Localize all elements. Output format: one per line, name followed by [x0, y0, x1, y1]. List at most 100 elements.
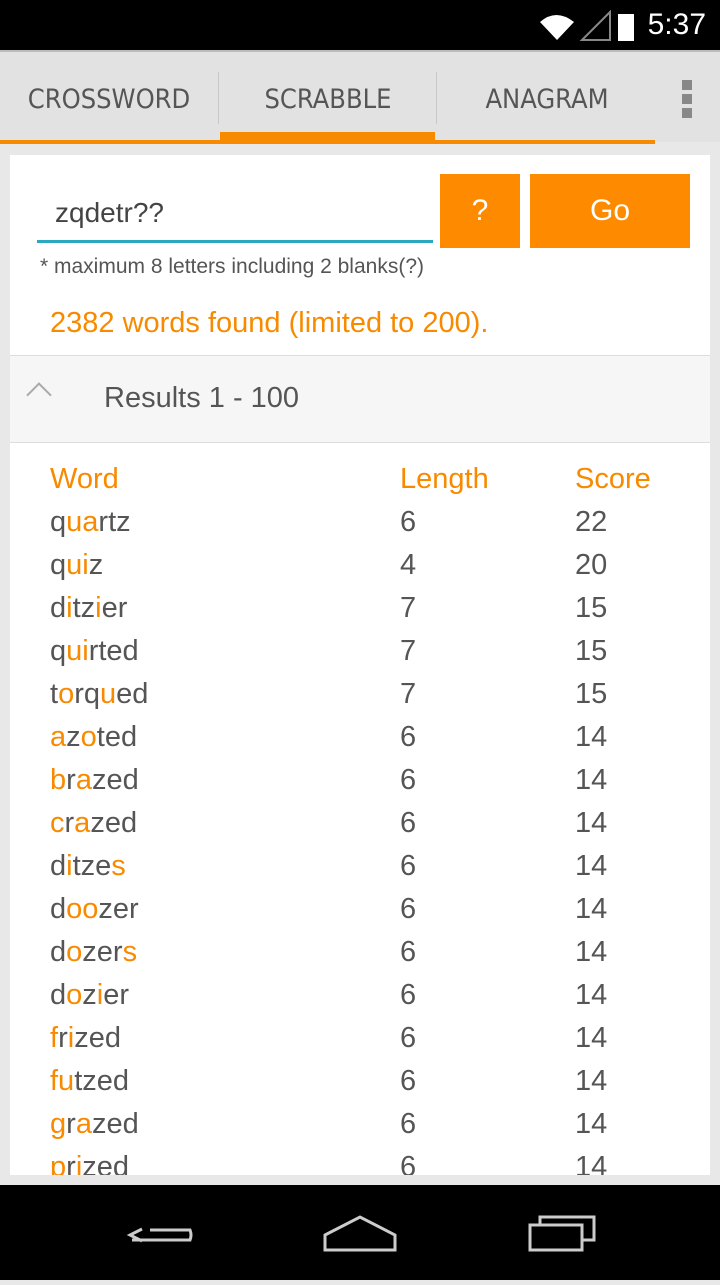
word-cell: crazed — [50, 807, 137, 840]
word-part: o — [66, 979, 83, 1011]
length-cell: 6 — [400, 1065, 417, 1097]
word-part: rted — [88, 635, 139, 667]
battery-icon — [618, 14, 634, 41]
length-cell: 6 — [400, 506, 417, 538]
word-part: f — [50, 1022, 59, 1054]
word-cell: grazed — [50, 1108, 139, 1141]
score-cell: 14 — [575, 1022, 608, 1054]
word-cell: ditzes — [50, 850, 126, 883]
word-part: zed — [91, 1108, 139, 1140]
word-part: er — [101, 592, 128, 624]
word-part: ui — [66, 549, 89, 581]
word-cell: quiz — [50, 549, 103, 582]
word-part: r — [58, 1022, 68, 1054]
word-part: er — [103, 979, 130, 1011]
word-part: zer — [82, 936, 123, 968]
word-part: oo — [66, 893, 99, 925]
word-cell: futzed — [50, 1065, 129, 1098]
length-cell: 7 — [400, 635, 417, 667]
word-part: d — [50, 893, 67, 925]
score-cell: 14 — [575, 721, 608, 753]
word-part: d — [50, 979, 67, 1011]
word-part: o — [80, 721, 97, 753]
header-word[interactable]: Word — [50, 463, 119, 496]
chevron-up-icon[interactable] — [26, 382, 52, 408]
letters-input[interactable]: zqdetr?? — [37, 175, 433, 243]
score-cell: 14 — [575, 1151, 608, 1175]
clock: 5:37 — [647, 8, 706, 41]
score-cell: 14 — [575, 764, 608, 796]
length-cell: 4 — [400, 549, 417, 581]
selected-tab-indicator — [220, 132, 435, 142]
word-part: tze — [72, 850, 112, 882]
score-cell: 14 — [575, 979, 608, 1011]
go-button[interactable]: Go — [530, 174, 690, 248]
word-part: ted — [96, 721, 138, 753]
length-cell: 6 — [400, 850, 417, 882]
word-part: ed — [116, 678, 149, 710]
word-part: u — [100, 678, 117, 710]
length-cell: 6 — [400, 893, 417, 925]
score-cell: 14 — [575, 850, 608, 882]
length-cell: 6 — [400, 979, 417, 1011]
word-part: z — [88, 549, 104, 581]
word-part: q — [50, 635, 67, 667]
score-cell: 14 — [575, 807, 608, 839]
word-part: t — [50, 678, 59, 710]
word-part: r — [66, 1151, 76, 1175]
overflow-menu-icon[interactable] — [682, 80, 692, 122]
word-part: d — [50, 936, 67, 968]
word-part: tzed — [74, 1065, 130, 1097]
word-cell: azoted — [50, 721, 137, 754]
back-icon — [126, 1227, 193, 1243]
word-cell: frized — [50, 1022, 121, 1055]
tab-scrabble[interactable]: SCRABBLE — [219, 52, 437, 140]
tab-bar: CROSSWORD SCRABBLE ANAGRAM — [0, 50, 720, 144]
results-range: Results 1 - 100 — [104, 382, 300, 414]
word-part: a — [75, 1108, 92, 1140]
word-part: o — [66, 936, 83, 968]
word-part: o — [58, 678, 75, 710]
score-cell: 15 — [575, 592, 608, 624]
cell-signal-icon — [579, 10, 611, 41]
score-cell: 22 — [575, 506, 608, 538]
word-part: zed — [91, 764, 139, 796]
length-cell: 7 — [400, 678, 417, 710]
score-cell: 14 — [575, 1108, 608, 1140]
length-cell: 6 — [400, 1022, 417, 1054]
word-part: zed — [82, 1151, 130, 1175]
word-part: zed — [90, 807, 138, 839]
word-part: d — [50, 850, 67, 882]
input-hint: * maximum 8 letters including 2 blanks(?… — [40, 255, 424, 278]
help-button[interactable]: ? — [440, 174, 520, 248]
length-cell: 6 — [400, 936, 417, 968]
results-count: 2382 words found (limited to 200). — [50, 307, 489, 339]
score-cell: 14 — [575, 893, 608, 925]
header-length[interactable]: Length — [400, 463, 489, 496]
word-part: rtz — [98, 506, 131, 538]
word-part: p — [50, 1151, 67, 1175]
wifi-icon — [540, 15, 574, 40]
length-cell: 7 — [400, 592, 417, 624]
word-cell: brazed — [50, 764, 139, 797]
results-group-header[interactable]: Results 1 - 100 — [10, 355, 710, 443]
length-cell: 6 — [400, 1108, 417, 1140]
length-cell: 6 — [400, 764, 417, 796]
word-part: a — [50, 721, 67, 753]
word-part: r — [64, 807, 75, 839]
tab-anagram[interactable]: ANAGRAM — [437, 52, 657, 140]
header-score[interactable]: Score — [575, 463, 651, 496]
word-cell: quartz — [50, 506, 131, 539]
score-cell: 20 — [575, 549, 608, 581]
length-cell: 6 — [400, 721, 417, 753]
word-part: ui — [66, 635, 89, 667]
word-part: q — [50, 506, 67, 538]
score-cell: 14 — [575, 936, 608, 968]
status-bar: 5:37 — [0, 0, 720, 50]
word-part: z — [82, 979, 97, 1011]
word-cell: ditzier — [50, 592, 127, 625]
word-part: s — [111, 850, 126, 882]
score-cell: 15 — [575, 635, 608, 667]
tab-crossword[interactable]: CROSSWORD — [0, 52, 218, 140]
word-part: q — [50, 549, 67, 581]
